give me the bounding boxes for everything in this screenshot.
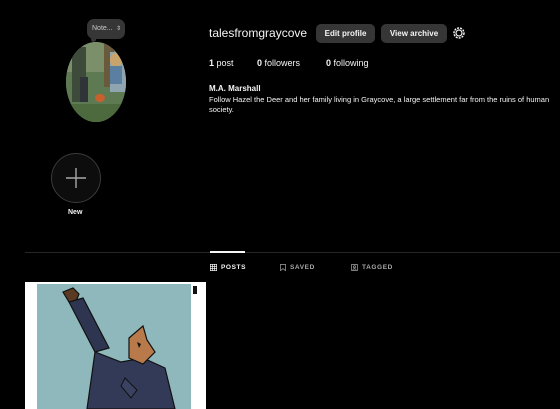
- tab-saved[interactable]: SAVED: [280, 264, 315, 271]
- tab-posts[interactable]: POSTS: [210, 264, 246, 271]
- post-illustration: [25, 282, 206, 409]
- tabs-divider: [25, 252, 560, 253]
- followers-stat[interactable]: 0 followers: [257, 58, 300, 68]
- followers-label: followers: [264, 58, 301, 68]
- profile-username: talesfromgraycove: [209, 26, 308, 40]
- view-archive-button[interactable]: View archive: [381, 24, 447, 43]
- new-highlight-button[interactable]: [51, 153, 101, 203]
- following-count: 0: [326, 58, 332, 68]
- posts-stat: 1 post: [209, 58, 234, 68]
- grid-icon: [210, 264, 217, 271]
- profile-avatar[interactable]: [66, 42, 126, 122]
- edit-profile-button[interactable]: Edit profile: [316, 24, 375, 43]
- tab-tagged[interactable]: TAGGED: [351, 264, 393, 271]
- profile-full-name: M.A. Marshall: [209, 84, 261, 93]
- followers-count: 0: [257, 58, 263, 68]
- note-bubble[interactable]: Note... ⇕: [87, 19, 125, 39]
- note-label: Note...: [92, 25, 113, 32]
- note-bubble-tail: [91, 37, 96, 42]
- bookmark-icon: [280, 264, 286, 271]
- plus-icon: [66, 168, 86, 188]
- following-label: following: [333, 58, 369, 68]
- new-highlight-label: New: [68, 209, 83, 216]
- avatar-illustration: [66, 42, 126, 122]
- posts-label: post: [216, 58, 234, 68]
- post-thumbnail[interactable]: [25, 282, 206, 409]
- tab-tagged-label: TAGGED: [362, 264, 393, 271]
- active-tab-indicator: [210, 251, 245, 253]
- tag-icon: [351, 264, 358, 271]
- following-stat[interactable]: 0 following: [326, 58, 369, 68]
- posts-count: 1: [209, 58, 215, 68]
- tab-posts-label: POSTS: [221, 264, 247, 271]
- profile-bio: Follow Hazel the Deer and her family liv…: [209, 95, 550, 114]
- settings-gear-icon[interactable]: [451, 25, 467, 41]
- tab-saved-label: SAVED: [290, 264, 315, 271]
- note-chevron-icon: ⇕: [115, 26, 121, 32]
